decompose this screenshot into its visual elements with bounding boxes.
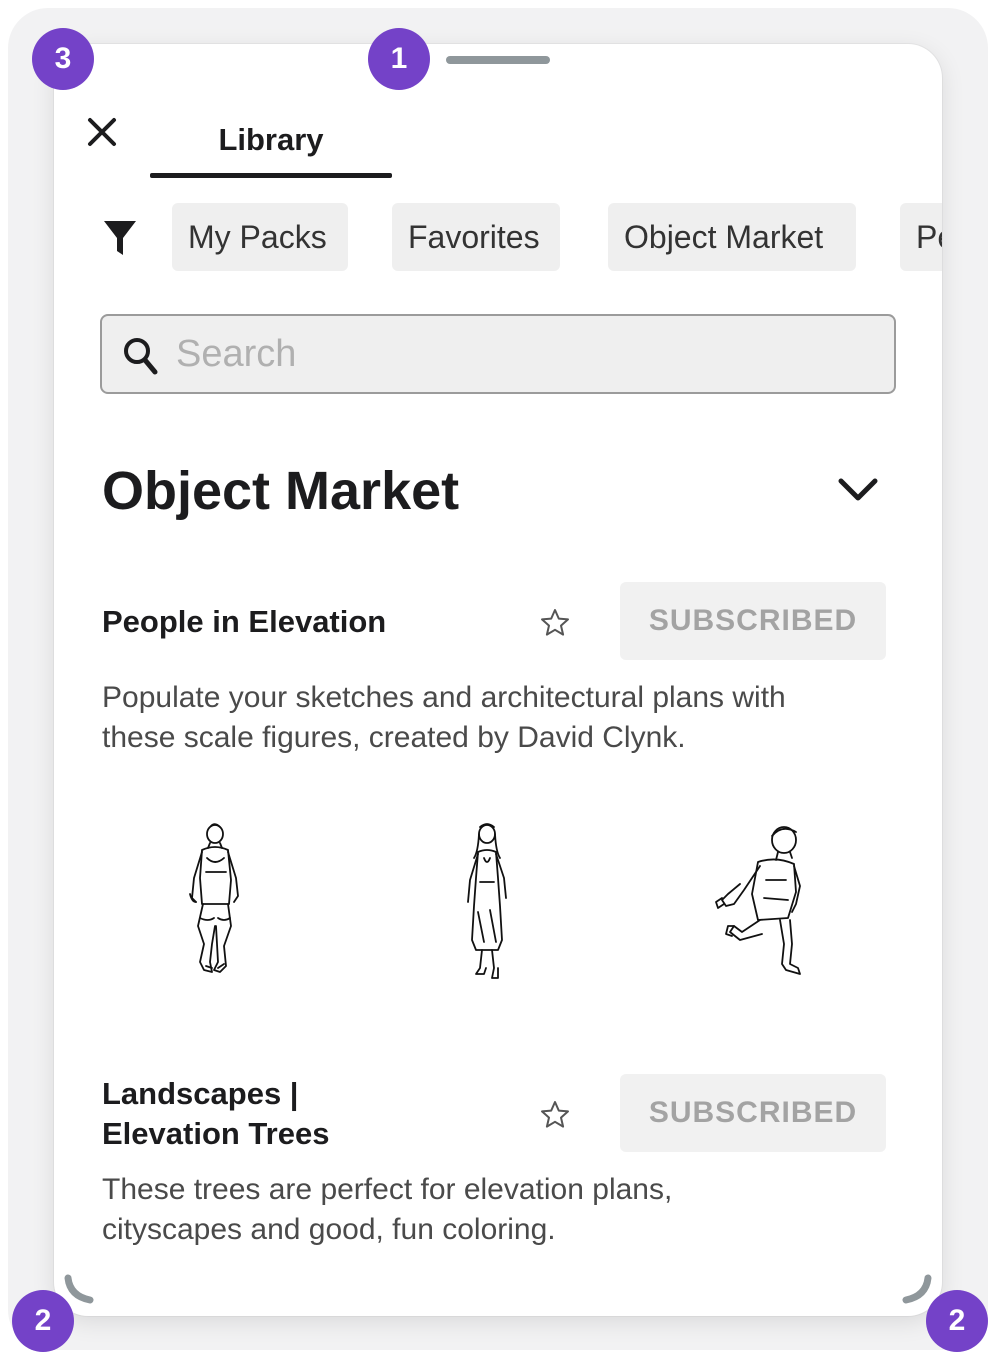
favorite-button[interactable]: [536, 1096, 574, 1134]
filter-chip-favorites[interactable]: Favorites: [392, 203, 560, 271]
pack-description: Populate your sketches and architectural…: [102, 678, 902, 758]
annotation-badge: 1: [368, 28, 430, 90]
tab-active-indicator: [150, 173, 392, 178]
pack-description-line: cityscapes and good, fun coloring.: [102, 1213, 556, 1246]
star-icon: [541, 609, 569, 636]
boy-running-figure-icon: [715, 826, 801, 975]
search-field[interactable]: [100, 314, 896, 394]
pack-description-line: these scale figures, created by David Cl…: [102, 721, 686, 754]
subscribed-button[interactable]: SUBSCRIBED: [620, 582, 886, 660]
filter-chip-object-market[interactable]: Object Market: [608, 203, 856, 271]
pack-title: Landscapes | Elevation Trees: [102, 1074, 329, 1154]
close-button[interactable]: [80, 110, 124, 154]
search-input[interactable]: [176, 326, 876, 382]
man-walking-figure-icon: [189, 823, 239, 973]
section-collapse-button[interactable]: [830, 468, 886, 512]
pack-title: People in Elevation: [102, 602, 386, 642]
pack-title-line: People in Elevation: [102, 604, 387, 639]
subscribed-button[interactable]: SUBSCRIBED: [620, 1074, 886, 1152]
filter-chip-my-packs[interactable]: My Packs: [172, 203, 348, 271]
pack-title-line: Landscapes |: [102, 1076, 299, 1111]
chevron-down-icon: [838, 478, 878, 501]
annotation-badge: 2: [12, 1290, 74, 1352]
star-icon: [541, 1101, 569, 1128]
annotation-badge: 2: [926, 1290, 988, 1352]
filter-chip-partial[interactable]: Pe: [900, 203, 942, 271]
close-icon: [88, 118, 116, 146]
library-panel: Library My Packs Favorites Object Market…: [54, 44, 942, 1316]
tab-library-label: Library: [218, 122, 324, 157]
filter-icon[interactable]: [102, 218, 138, 258]
favorite-button[interactable]: [536, 604, 574, 642]
annotation-badge: 3: [32, 28, 94, 90]
section-title: Object Market: [102, 461, 460, 521]
pack-description: These trees are perfect for elevation pl…: [102, 1170, 902, 1250]
pack-description-line: These trees are perfect for elevation pl…: [102, 1173, 673, 1206]
woman-walking-figure-icon: [467, 823, 507, 979]
tab-library[interactable]: Library: [150, 104, 392, 176]
search-icon: [124, 338, 158, 375]
pack-description-line: Populate your sketches and architectural…: [102, 681, 786, 714]
drag-handle[interactable]: [446, 56, 550, 64]
pack-title-line: Elevation Trees: [102, 1116, 330, 1151]
resize-handle-bottom-right[interactable]: [900, 1274, 934, 1308]
